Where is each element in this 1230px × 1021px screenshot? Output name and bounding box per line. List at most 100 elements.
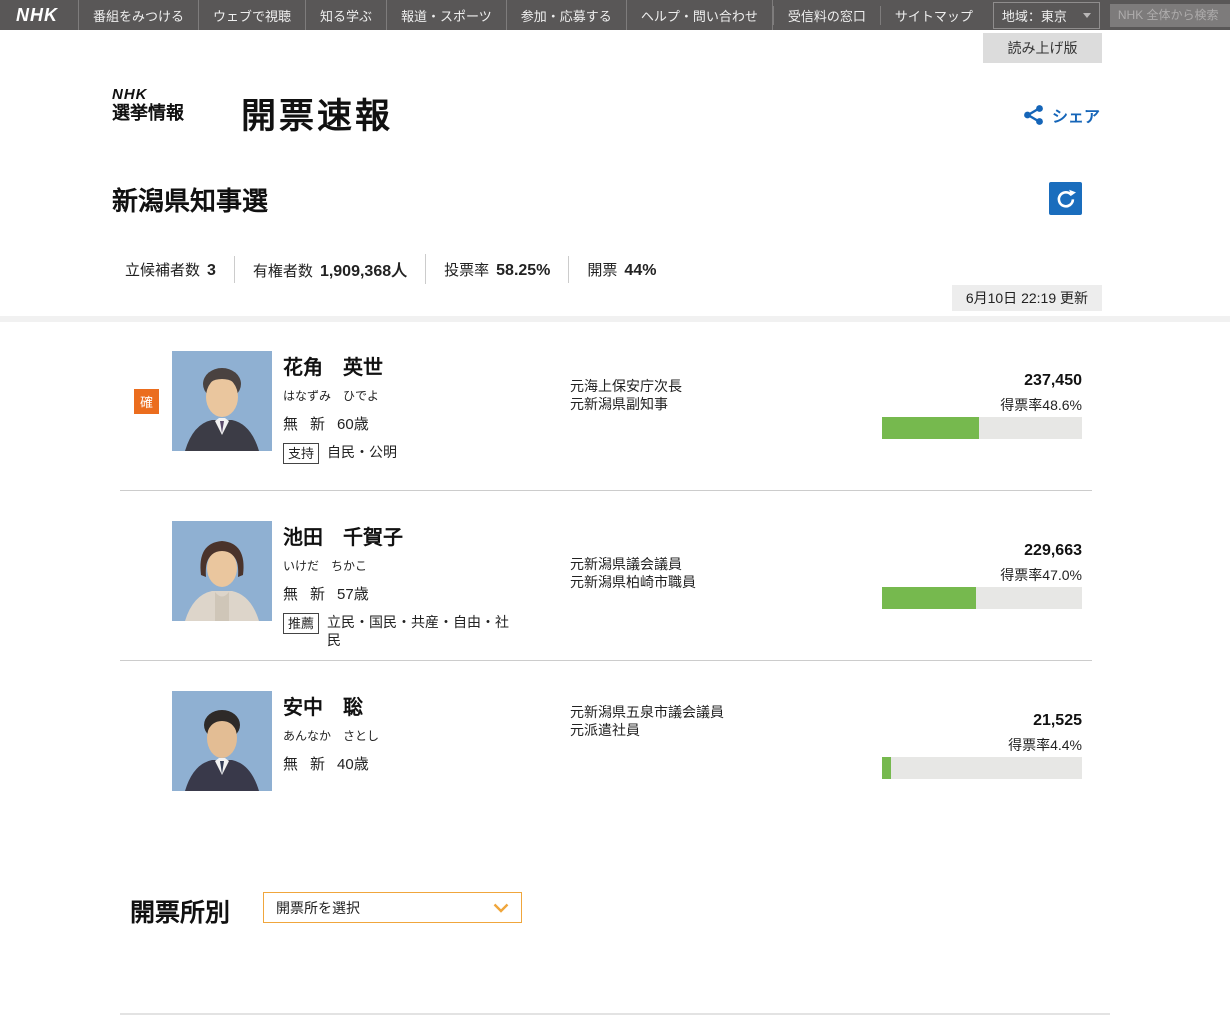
stat-counted: 開票 44% bbox=[569, 256, 674, 283]
counting-station-select-label: 開票所を選択 bbox=[276, 898, 360, 918]
candidate-endorsement: 支持 自民・公明 bbox=[283, 443, 528, 464]
page: NHK 番組をみつける ウェブで視聴 知る学ぶ 報道・スポーツ 参加・応募する … bbox=[0, 0, 1230, 1021]
vote-bar-fill bbox=[882, 757, 891, 779]
candidate-kana: いけだ ちかこ bbox=[283, 557, 528, 574]
nav-item-web-view[interactable]: ウェブで視聴 bbox=[198, 0, 305, 30]
read-aloud-version-button[interactable]: 読み上げ版 bbox=[983, 33, 1102, 63]
counting-station-section-title: 開票所別 bbox=[130, 893, 230, 929]
reload-icon bbox=[1056, 189, 1076, 209]
stat-candidates-value: 3 bbox=[207, 262, 216, 280]
share-button[interactable]: シェア bbox=[1023, 103, 1100, 127]
vote-rate: 得票率47.0% bbox=[1000, 565, 1082, 585]
nav-item-programs[interactable]: 番組をみつける bbox=[78, 0, 198, 30]
vote-rate: 得票率48.6% bbox=[1000, 395, 1082, 415]
candidate-info: 花角 英世 はなずみ ひでよ 無 新 60歳 支持 自民・公明 bbox=[283, 351, 528, 464]
endorsement-type-badge: 支持 bbox=[283, 443, 319, 464]
nav-item-learn[interactable]: 知る学ぶ bbox=[305, 0, 386, 30]
nhk-logo[interactable]: NHK bbox=[0, 0, 78, 30]
bottom-divider bbox=[120, 1013, 1110, 1015]
nav-item-participate[interactable]: 参加・応募する bbox=[506, 0, 626, 30]
candidate-endorsement: 推薦 立民・国民・共産・自由・社民 bbox=[283, 613, 528, 649]
candidate-name: 花角 英世 bbox=[283, 351, 528, 380]
top-nav-left: 番組をみつける ウェブで視聴 知る学ぶ 報道・スポーツ 参加・応募する ヘルプ・… bbox=[78, 0, 773, 30]
candidate-attributes: 無 新 57歳 bbox=[283, 583, 528, 604]
page-title: 開票速報 bbox=[241, 88, 393, 139]
candidate-name: 安中 聡 bbox=[283, 691, 528, 720]
candidate-status: 新 bbox=[310, 413, 325, 434]
candidate-career: 元新潟県五泉市議会議員 元派遣社員 bbox=[570, 704, 724, 739]
candidate-party: 無 bbox=[283, 413, 298, 434]
career-line: 元新潟県五泉市議会議員 bbox=[570, 704, 724, 722]
candidate-career: 元新潟県議会議員 元新潟県柏崎市職員 bbox=[570, 556, 696, 591]
share-label: シェア bbox=[1052, 103, 1100, 127]
election-info-logo-nhk: NHK bbox=[112, 87, 184, 102]
candidate-kana: はなずみ ひでよ bbox=[283, 387, 528, 404]
vote-count: 229,663 bbox=[1024, 542, 1082, 560]
chevron-down-icon bbox=[493, 903, 509, 913]
candidate-status: 新 bbox=[310, 583, 325, 604]
candidate-photo bbox=[172, 691, 272, 791]
vote-bar-track bbox=[882, 587, 1082, 609]
nav-item-help[interactable]: ヘルプ・問い合わせ bbox=[626, 0, 773, 30]
search-input[interactable] bbox=[1110, 4, 1230, 27]
reload-button[interactable] bbox=[1049, 182, 1082, 215]
career-line: 元新潟県副知事 bbox=[570, 396, 682, 414]
election-info-logo-text: 選挙情報 bbox=[112, 104, 184, 122]
header-divider-band bbox=[0, 316, 1230, 322]
vote-rate: 得票率4.4% bbox=[1008, 735, 1082, 755]
candidate-kana: あんなか さとし bbox=[283, 727, 528, 744]
region-select[interactable]: 地域：東京 bbox=[993, 2, 1100, 29]
nav-item-news-sports[interactable]: 報道・スポーツ bbox=[386, 0, 506, 30]
candidate-party: 無 bbox=[283, 583, 298, 604]
row-divider bbox=[120, 660, 1092, 661]
candidate-party: 無 bbox=[283, 753, 298, 774]
stat-eligible-voters: 有権者数 1,909,368人 bbox=[235, 254, 426, 284]
nav-item-sitemap[interactable]: サイトマップ bbox=[880, 6, 987, 25]
endorsement-parties: 立民・国民・共産・自由・社民 bbox=[327, 613, 515, 649]
row-divider bbox=[120, 490, 1092, 491]
candidate-info: 池田 千賀子 いけだ ちかこ 無 新 57歳 推薦 立民・国民・共産・自由・社民 bbox=[283, 521, 528, 649]
candidate-row: 確 花角 英世 はなずみ ひでよ 無 新 60歳 支持 自民・公明 bbox=[120, 351, 1092, 491]
stat-counted-label: 開票 bbox=[587, 259, 617, 280]
career-line: 元派遣社員 bbox=[570, 722, 724, 740]
career-line: 元新潟県柏崎市職員 bbox=[570, 574, 696, 592]
election-title: 新潟県知事選 bbox=[112, 181, 268, 218]
vote-bar-fill bbox=[882, 587, 976, 609]
vote-count: 21,525 bbox=[1033, 712, 1082, 730]
stat-candidates-label: 立候補者数 bbox=[125, 259, 200, 280]
candidate-photo bbox=[172, 351, 272, 451]
career-line: 元新潟県議会議員 bbox=[570, 556, 696, 574]
candidate-age: 60歳 bbox=[337, 413, 369, 434]
updated-timestamp: 6月10日 22:19 更新 bbox=[952, 285, 1102, 311]
stat-turnout-value: 58.25% bbox=[496, 262, 550, 280]
candidate-age: 40歳 bbox=[337, 753, 369, 774]
candidate-age: 57歳 bbox=[337, 583, 369, 604]
candidate-attributes: 無 新 40歳 bbox=[283, 753, 528, 774]
election-info-logo: NHK 選挙情報 bbox=[112, 87, 184, 122]
region-select-label: 地域：東京 bbox=[1002, 6, 1067, 25]
candidate-name: 池田 千賀子 bbox=[283, 521, 528, 550]
nav-item-license-fee[interactable]: 受信料の窓口 bbox=[773, 6, 880, 25]
stat-counted-value: 44% bbox=[624, 262, 656, 280]
candidate-info: 安中 聡 あんなか さとし 無 新 40歳 bbox=[283, 691, 528, 774]
stat-turnout-label: 投票率 bbox=[444, 259, 489, 280]
top-nav-right: 受信料の窓口 サイトマップ 地域：東京 bbox=[773, 0, 1230, 30]
stat-candidates: 立候補者数 3 bbox=[125, 256, 235, 283]
vote-count: 237,450 bbox=[1024, 372, 1082, 390]
region-dropdown-arrow-icon bbox=[1083, 13, 1091, 18]
candidate-attributes: 無 新 60歳 bbox=[283, 413, 528, 434]
career-line: 元海上保安庁次長 bbox=[570, 378, 682, 396]
share-icon bbox=[1023, 104, 1045, 126]
stat-eligible-voters-value: 1,909,368人 bbox=[320, 257, 407, 281]
vote-bar-track bbox=[882, 417, 1082, 439]
candidate-career: 元海上保安庁次長 元新潟県副知事 bbox=[570, 378, 682, 413]
candidate-row: 安中 聡 あんなか さとし 無 新 40歳 元新潟県五泉市議会議員 元派遣社員 … bbox=[120, 691, 1092, 831]
counting-station-select[interactable]: 開票所を選択 bbox=[263, 892, 522, 923]
vote-bar-track bbox=[882, 757, 1082, 779]
candidate-row: 池田 千賀子 いけだ ちかこ 無 新 57歳 推薦 立民・国民・共産・自由・社民… bbox=[120, 521, 1092, 661]
candidate-status: 新 bbox=[310, 753, 325, 774]
election-stats: 立候補者数 3 有権者数 1,909,368人 投票率 58.25% 開票 44… bbox=[125, 254, 674, 284]
elected-badge: 確 bbox=[134, 389, 159, 414]
candidate-photo bbox=[172, 521, 272, 621]
stat-turnout: 投票率 58.25% bbox=[426, 256, 569, 283]
